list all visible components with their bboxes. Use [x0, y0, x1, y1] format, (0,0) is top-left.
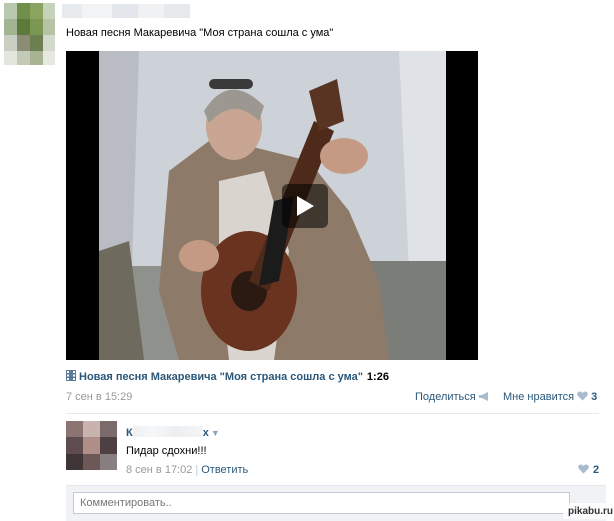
comment-meta: 8 сен в 17:02 | Ответить: [126, 464, 248, 476]
reply-button[interactable]: Ответить: [201, 464, 248, 476]
post-author-name-blurred[interactable]: [62, 4, 190, 18]
play-button[interactable]: [282, 184, 328, 228]
play-icon: [297, 196, 314, 216]
heart-icon: [577, 391, 588, 401]
comment-author-name[interactable]: Кх ▼: [126, 426, 220, 439]
comment-like-button[interactable]: 2: [578, 464, 599, 476]
comment-input[interactable]: [73, 492, 570, 514]
comment-author-name-blurred: [132, 426, 203, 437]
post-text: Новая песня Макаревича "Моя страна сошла…: [66, 27, 334, 39]
like-button[interactable]: Мне нравится 3: [503, 391, 597, 403]
video-player[interactable]: [66, 51, 478, 360]
post-author-avatar[interactable]: [4, 3, 55, 65]
heart-icon: [578, 464, 589, 474]
share-label: Поделиться: [415, 391, 476, 403]
video-thumbnail[interactable]: [99, 51, 446, 360]
comment-like-count: 2: [593, 464, 600, 476]
pikabu-watermark: pikabu.ru: [563, 503, 613, 519]
like-count: 3: [591, 391, 598, 403]
video-title-link[interactable]: Новая песня Макаревича "Моя страна сошла…: [79, 371, 363, 383]
watermark-label: pikabu.ru: [568, 505, 614, 517]
megaphone-icon: [478, 392, 488, 401]
comment-date[interactable]: 8 сен в 17:02: [126, 464, 192, 476]
post-date[interactable]: 7 сен в 15:29: [66, 391, 132, 403]
comment-author-initial: К: [126, 427, 133, 439]
chevron-down-icon[interactable]: ▼: [211, 428, 220, 438]
video-link-row: Новая песня Макаревича "Моя страна сошла…: [66, 370, 389, 383]
comment-author-avatar[interactable]: [66, 421, 117, 470]
film-icon: [66, 370, 76, 381]
comment-meta-separator: |: [195, 464, 199, 476]
video-thumbnail-image: [99, 51, 446, 360]
comment-text: Пидар сдохни!!!: [126, 445, 207, 457]
comment-box-area: [66, 485, 606, 521]
comment-author-last-letter: х: [202, 427, 209, 439]
comments-divider: [66, 413, 599, 414]
video-duration: 1:26: [366, 371, 389, 383]
share-button[interactable]: Поделиться: [415, 391, 490, 403]
like-label: Мне нравится: [503, 391, 575, 403]
